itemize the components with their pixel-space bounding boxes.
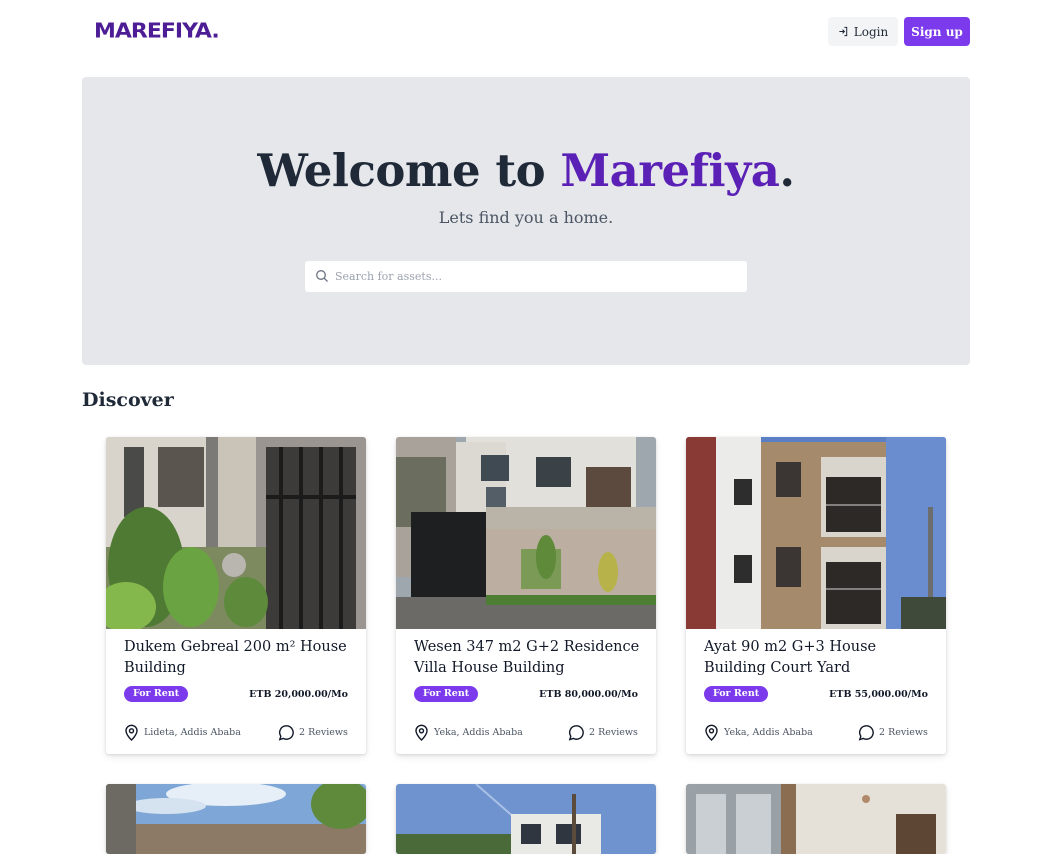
hero-title-brand: Marefiya <box>560 144 780 197</box>
listing-card[interactable] <box>106 784 366 854</box>
top-header: MAREFIYA. Login Sign up <box>0 0 1037 64</box>
building-sky-photo <box>396 784 656 854</box>
listing-reviews[interactable]: 2 Reviews <box>568 724 638 741</box>
listing-image[interactable] <box>396 437 656 629</box>
map-pin-icon <box>415 724 428 741</box>
reviews-label: 2 Reviews <box>299 726 348 738</box>
location-label: Yeka, Addis Ababa <box>434 726 523 738</box>
hero-banner: Welcome to Marefiya. Lets find you a hom… <box>82 77 970 365</box>
signup-button[interactable]: Sign up <box>904 17 970 46</box>
comment-icon <box>858 725 874 741</box>
logo[interactable]: MAREFIYA. <box>94 19 220 45</box>
hero-title: Welcome to Marefiya. <box>82 143 970 199</box>
house-entrance-plants-photo <box>106 437 366 629</box>
listing-price: ETB 20,000.00/Mo <box>249 689 348 700</box>
search-input[interactable] <box>335 261 735 292</box>
listing-card[interactable]: Wesen 347 m2 G+2 Residence Villa House B… <box>396 437 656 754</box>
search-icon <box>316 270 328 282</box>
comment-icon <box>568 725 584 741</box>
reviews-label: 2 Reviews <box>589 726 638 738</box>
listing-title[interactable]: Dukem Gebreal 200 m² House Building <box>124 637 354 679</box>
discover-heading: Discover <box>82 389 174 411</box>
location-label: Yeka, Addis Ababa <box>724 726 813 738</box>
listing-reviews[interactable]: 2 Reviews <box>278 724 348 741</box>
hero-subtitle: Lets find you a home. <box>438 208 614 227</box>
status-badge: For Rent <box>704 686 769 702</box>
map-pin-icon <box>125 724 138 741</box>
listing-image[interactable] <box>106 437 366 629</box>
villa-gate-photo <box>396 437 656 629</box>
stone-apartment-photo <box>686 437 946 629</box>
listing-price: ETB 80,000.00/Mo <box>539 689 638 700</box>
listing-card[interactable]: Ayat 90 m2 G+3 House Building Court Yard… <box>686 437 946 754</box>
login-label: Login <box>853 24 889 39</box>
status-badge: For Rent <box>414 686 479 702</box>
listing-title[interactable]: Wesen 347 m2 G+2 Residence Villa House B… <box>414 637 644 679</box>
listing-card[interactable] <box>396 784 656 854</box>
hero-title-suffix: . <box>779 144 795 197</box>
comment-icon <box>278 725 294 741</box>
login-icon <box>839 26 847 37</box>
listing-location: Yeka, Addis Ababa <box>704 724 813 741</box>
reviews-label: 2 Reviews <box>879 726 928 738</box>
status-badge: For Rent <box>124 686 189 702</box>
location-label: Lideta, Addis Ababa <box>144 726 241 738</box>
listing-image[interactable] <box>686 437 946 629</box>
listing-card[interactable]: Dukem Gebreal 200 m² House Building For … <box>106 437 366 754</box>
search-box[interactable] <box>304 260 748 293</box>
listing-card[interactable] <box>686 784 946 854</box>
listing-price: ETB 55,000.00/Mo <box>829 689 928 700</box>
listing-location: Yeka, Addis Ababa <box>414 724 523 741</box>
interior-room-photo <box>686 784 946 854</box>
listing-location: Lideta, Addis Ababa <box>124 724 241 741</box>
login-button[interactable]: Login <box>828 17 898 46</box>
listing-reviews[interactable]: 2 Reviews <box>858 724 928 741</box>
map-pin-icon <box>705 724 718 741</box>
rooftop-sky-photo <box>106 784 366 854</box>
listing-title[interactable]: Ayat 90 m2 G+3 House Building Court Yard <box>704 637 934 679</box>
hero-title-prefix: Welcome to <box>257 144 561 197</box>
